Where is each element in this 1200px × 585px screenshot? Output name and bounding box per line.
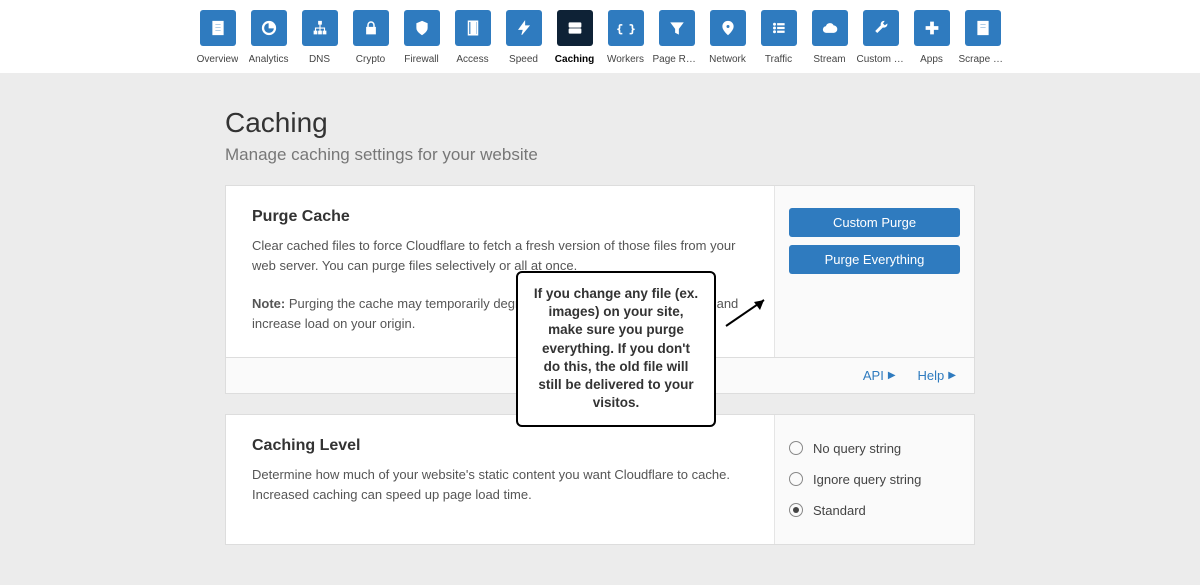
radio-label: No query string <box>813 441 901 456</box>
pin-icon <box>710 10 746 46</box>
page-body: Caching Manage caching settings for your… <box>0 73 1200 585</box>
nav-item-network[interactable]: Network <box>709 10 747 65</box>
api-link[interactable]: API▶ <box>863 368 896 383</box>
purge-note-label: Note: <box>252 296 285 311</box>
top-nav: Overview Analytics DNS Crypto Firewall Access… <box>0 0 1200 73</box>
nav-item-dns[interactable]: DNS <box>301 10 339 65</box>
purge-everything-button[interactable]: Purge Everything <box>789 245 960 274</box>
level-text: Determine how much of your website's sta… <box>252 465 748 505</box>
nav-item-access[interactable]: Access <box>454 10 492 65</box>
nav-label: Apps <box>920 54 943 65</box>
drive-icon <box>557 10 593 46</box>
help-link[interactable]: Help▶ <box>918 368 956 383</box>
page-subtitle: Manage caching settings for your website <box>225 145 975 165</box>
braces-icon: { } <box>608 10 644 46</box>
nav-label: Scrape Shi... <box>959 54 1007 65</box>
plus-icon <box>914 10 950 46</box>
radio-icon <box>789 441 803 455</box>
wrench-icon <box>863 10 899 46</box>
doc-icon <box>200 10 236 46</box>
nav-label: Traffic <box>765 54 792 65</box>
nav-label: Overview <box>197 54 239 65</box>
lock-icon <box>353 10 389 46</box>
custom-purge-button[interactable]: Custom Purge <box>789 208 960 237</box>
bolt-icon <box>506 10 542 46</box>
caching-level-option[interactable]: Standard <box>789 503 960 518</box>
nav-item-crypto[interactable]: Crypto <box>352 10 390 65</box>
shield-icon <box>404 10 440 46</box>
pie-icon <box>251 10 287 46</box>
nav-label: DNS <box>309 54 330 65</box>
nav-label: Workers <box>607 54 644 65</box>
annotation-callout: If you change any file (ex. images) on y… <box>516 271 716 427</box>
tree-icon <box>302 10 338 46</box>
nav-item-custom-p-[interactable]: Custom P... <box>862 10 900 65</box>
radio-label: Standard <box>813 503 866 518</box>
nav-item-apps[interactable]: Apps <box>913 10 951 65</box>
funnel-icon <box>659 10 695 46</box>
nav-item-firewall[interactable]: Firewall <box>403 10 441 65</box>
nav-label: Caching <box>555 54 594 65</box>
radio-icon <box>789 472 803 486</box>
nav-item-caching[interactable]: Caching <box>556 10 594 65</box>
svg-text:{ }: { } <box>617 24 635 36</box>
door-icon <box>455 10 491 46</box>
nav-label: Stream <box>813 54 845 65</box>
caching-level-card: Caching Level Determine how much of your… <box>225 414 975 545</box>
level-title: Caching Level <box>252 437 748 455</box>
caching-level-option[interactable]: Ignore query string <box>789 472 960 487</box>
nav-item-speed[interactable]: Speed <box>505 10 543 65</box>
nav-label: Custom P... <box>857 54 905 65</box>
radio-icon <box>789 503 803 517</box>
nav-label: Speed <box>509 54 538 65</box>
radio-label: Ignore query string <box>813 472 921 487</box>
nav-item-page-rules[interactable]: Page Rules <box>658 10 696 65</box>
caching-level-option[interactable]: No query string <box>789 441 960 456</box>
nav-item-overview[interactable]: Overview <box>199 10 237 65</box>
nav-label: Firewall <box>404 54 438 65</box>
nav-label: Crypto <box>356 54 385 65</box>
purge-cache-card: Purge Cache Clear cached files to force … <box>225 185 975 358</box>
nav-label: Analytics <box>249 54 289 65</box>
nav-label: Page Rules <box>653 54 701 65</box>
nav-item-analytics[interactable]: Analytics <box>250 10 288 65</box>
nav-label: Network <box>709 54 746 65</box>
nav-item-scrape-shi-[interactable]: Scrape Shi... <box>964 10 1002 65</box>
annotation-arrow <box>724 296 774 330</box>
page-icon <box>965 10 1001 46</box>
purge-title: Purge Cache <box>252 208 748 226</box>
nav-item-workers[interactable]: { } Workers <box>607 10 645 65</box>
page-title: Caching <box>225 107 975 139</box>
nav-label: Access <box>456 54 488 65</box>
nav-item-traffic[interactable]: Traffic <box>760 10 798 65</box>
nav-item-stream[interactable]: Stream <box>811 10 849 65</box>
list-icon <box>761 10 797 46</box>
cloud-icon <box>812 10 848 46</box>
